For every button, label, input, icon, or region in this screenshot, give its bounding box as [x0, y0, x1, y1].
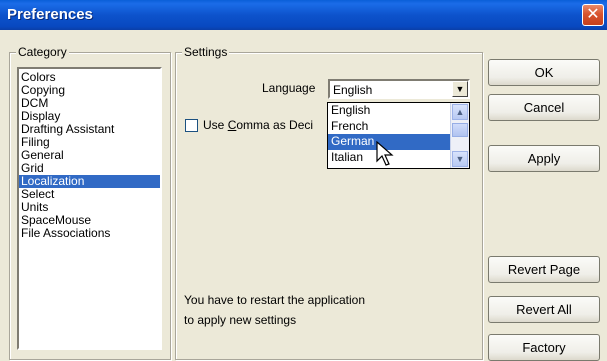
settings-legend: Settings [182, 45, 230, 59]
revert-page-button[interactable]: Revert Page [488, 256, 600, 283]
use-comma-label-rest: omma as Deci [236, 118, 314, 132]
revert-all-button[interactable]: Revert All [488, 296, 600, 323]
restart-line-1: You have to restart the application [184, 293, 366, 307]
language-dropdown-list[interactable]: English French German Italian ▲ ▼ [327, 102, 470, 169]
title-bar[interactable]: Preferences ✕ [0, 0, 607, 30]
cancel-button[interactable]: Cancel [488, 94, 600, 121]
language-option[interactable]: English [328, 103, 469, 119]
ok-button[interactable]: OK [488, 59, 600, 86]
scroll-thumb[interactable] [452, 123, 468, 137]
window-title: Preferences [7, 6, 93, 23]
close-icon: ✕ [586, 6, 600, 23]
chevron-down-icon: ▼ [455, 84, 465, 94]
dropdown-arrow-button[interactable]: ▼ [452, 81, 468, 97]
chevron-down-icon: ▼ [455, 154, 465, 164]
language-label: Language [262, 81, 316, 95]
language-option[interactable]: French [328, 119, 469, 135]
language-option[interactable]: Italian [328, 150, 469, 166]
restart-message: You have to restart the application to a… [184, 290, 365, 330]
close-button[interactable]: ✕ [582, 4, 604, 26]
category-legend: Category [16, 45, 69, 59]
chevron-up-icon: ▲ [455, 107, 465, 117]
scroll-up-button[interactable]: ▲ [452, 104, 468, 120]
factory-button[interactable]: Factory [488, 334, 600, 361]
dropdown-scrollbar[interactable]: ▲ ▼ [450, 103, 469, 168]
language-select[interactable]: English ▼ [328, 79, 470, 99]
apply-button[interactable]: Apply [488, 145, 600, 172]
restart-line-2: to apply new settings [184, 313, 297, 327]
category-list[interactable]: Colors Copying DCM Display Drafting Assistan… [17, 67, 162, 350]
use-comma-label-prefix: Use [203, 118, 228, 132]
language-value: English [333, 83, 373, 97]
use-comma-label[interactable]: Use Comma as Deci [203, 118, 313, 132]
category-item[interactable]: File Associations [19, 227, 160, 240]
mouse-pointer-icon [376, 141, 394, 166]
use-comma-checkbox[interactable] [185, 119, 198, 132]
scroll-down-button[interactable]: ▼ [452, 151, 468, 167]
language-option[interactable]: German [328, 134, 469, 150]
